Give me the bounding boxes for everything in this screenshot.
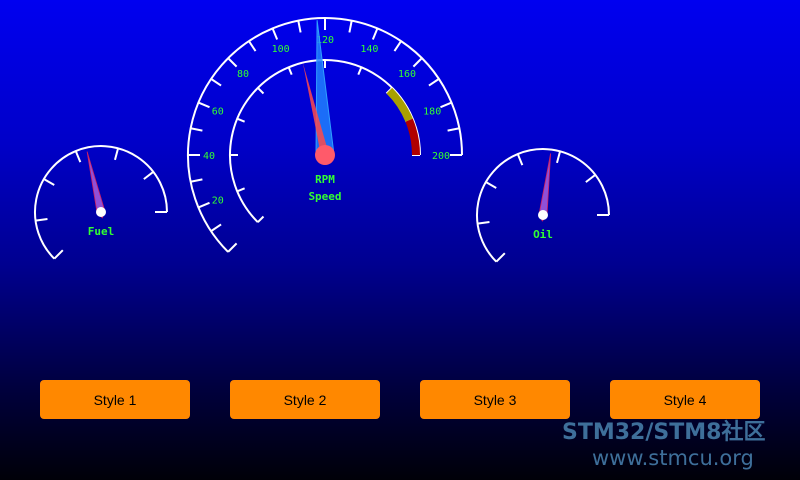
- tick-label-40: 40: [203, 151, 215, 162]
- main-gauge-inner-tick: [257, 215, 265, 223]
- main-gauge-outer-tick: [271, 28, 279, 40]
- oil-gauge-tick: [516, 153, 524, 166]
- oil-gauge: Oil: [476, 148, 610, 263]
- style-1-button[interactable]: Style 1: [40, 380, 190, 419]
- fuel-gauge-tick: [114, 147, 120, 161]
- fuel-gauge-tick: [143, 171, 154, 180]
- main-gauge-outer-tick: [248, 40, 257, 52]
- fuel-gauge-tick: [74, 150, 82, 163]
- main-gauge-outer-tick: [227, 57, 238, 68]
- main-gauge-outer-tick: [190, 127, 203, 132]
- main-gauge-outer-tick: [371, 28, 379, 40]
- style-2-button[interactable]: Style 2: [230, 380, 380, 419]
- tick-label-160: 160: [398, 69, 416, 80]
- main-gauge-inner-tick: [257, 87, 265, 95]
- main-gauge-hub: [315, 145, 335, 165]
- tick-label-100: 100: [272, 44, 290, 55]
- style-3-button[interactable]: Style 3: [420, 380, 570, 419]
- fuel-gauge: Fuel: [34, 145, 168, 260]
- fuel-gauge-tick: [53, 249, 64, 260]
- fuel-gauge-tick: [43, 178, 55, 186]
- main-gauge-warning-bands: [386, 87, 421, 156]
- gauge-panel: Fuel 20406080100120140160180200 RPM Spee…: [34, 17, 610, 263]
- main-gauge-inner-tick: [236, 187, 246, 193]
- main-gauge-outer-tick: [440, 101, 452, 109]
- watermark-title: STM32/STM8社区: [562, 420, 766, 445]
- main-gauge: 20406080100120140160180200 RPM Speed: [187, 17, 463, 253]
- tick-label-200: 200: [432, 151, 450, 162]
- oil-gauge-hub: [538, 210, 548, 220]
- main-gauge-inner-tick: [357, 66, 363, 76]
- oil-gauge-tick: [585, 174, 596, 183]
- style-4-button[interactable]: Style 4: [610, 380, 760, 419]
- tick-label-80: 80: [237, 69, 249, 80]
- main-gauge-outer-tick: [198, 201, 210, 209]
- oil-gauge-tick: [485, 181, 497, 189]
- tick-label-140: 140: [360, 44, 378, 55]
- oil-gauge-tick: [495, 252, 506, 263]
- main-gauge-outer-tick: [190, 178, 203, 183]
- main-gauge-outer-tick: [412, 57, 423, 68]
- danger-band: [405, 118, 421, 156]
- oil-gauge-label: Oil: [533, 228, 553, 241]
- main-gauge-outer-tick: [393, 40, 402, 52]
- oil-gauge-tick: [556, 150, 562, 164]
- watermark: STM32/STM8社区 www.stmcu.org: [562, 420, 765, 470]
- main-gauge-outer-tick: [297, 20, 302, 33]
- tick-label-60: 60: [212, 107, 224, 118]
- main-gauge-outer-tick: [210, 78, 222, 87]
- fuel-gauge-label: Fuel: [88, 225, 115, 238]
- main-gauge-outer-tick: [198, 101, 210, 109]
- main-gauge-outer-tick: [428, 78, 440, 87]
- tick-label-20: 20: [212, 195, 224, 206]
- speed-label: Speed: [308, 190, 341, 203]
- rpm-label: RPM: [315, 173, 335, 186]
- oil-gauge-tick: [477, 221, 490, 225]
- tick-label-180: 180: [423, 107, 441, 118]
- fuel-gauge-tick: [35, 218, 48, 222]
- main-gauge-outer-tick: [348, 20, 353, 33]
- main-gauge-inner-tick: [287, 66, 293, 76]
- main-gauge-outer-tick: [447, 127, 460, 132]
- main-gauge-outer-tick: [227, 242, 238, 253]
- watermark-url: www.stmcu.org: [592, 446, 754, 470]
- main-gauge-inner-tick: [236, 117, 246, 123]
- main-gauge-outer-tick: [210, 223, 222, 232]
- fuel-gauge-hub: [96, 207, 106, 217]
